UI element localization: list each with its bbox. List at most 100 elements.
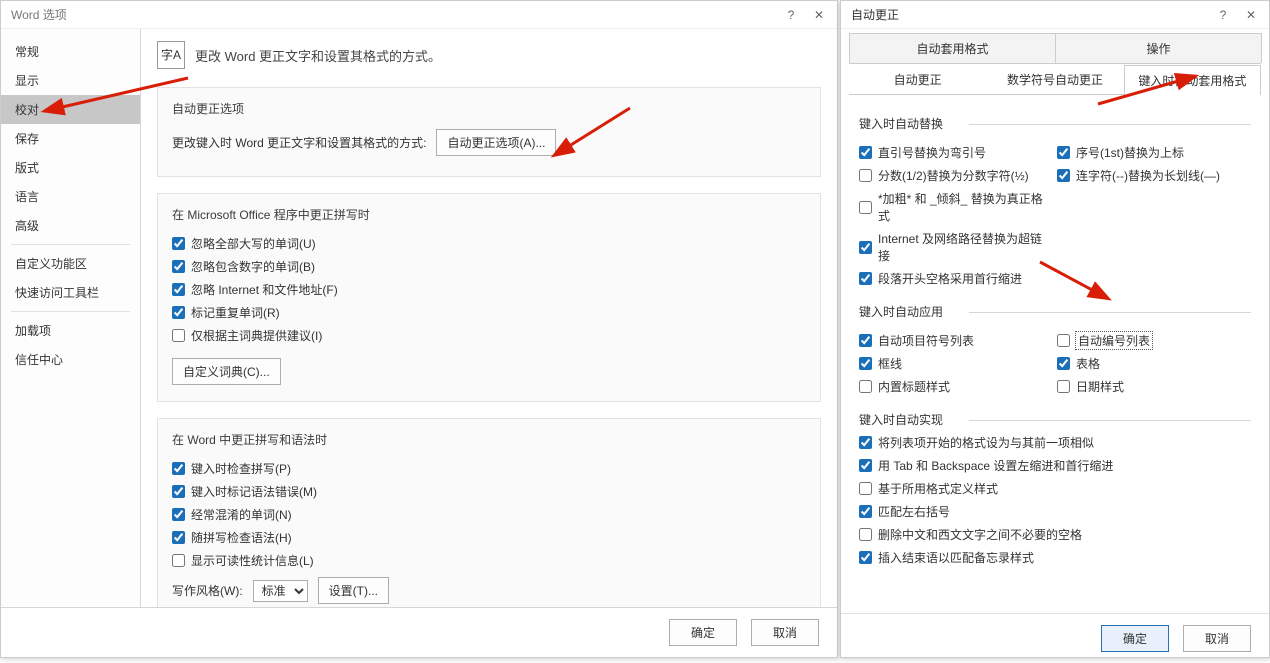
option-checkbox[interactable]: 键入时检查拼写(P) <box>172 460 806 477</box>
sidebar-item[interactable]: 快速访问工具栏 <box>1 278 140 307</box>
checkbox[interactable] <box>859 482 872 495</box>
checkbox[interactable] <box>172 554 185 567</box>
group-title: 在 Microsoft Office 程序中更正拼写时 <box>172 206 806 223</box>
tab[interactable]: 操作 <box>1055 33 1262 63</box>
tab[interactable]: 数学符号自动更正 <box>986 64 1123 94</box>
option-checkbox[interactable]: 标记重复单词(R) <box>172 304 806 321</box>
section-title: 键入时自动实现 <box>859 411 1251 428</box>
checkbox[interactable] <box>859 528 872 541</box>
checkbox[interactable] <box>859 436 872 449</box>
checkbox[interactable] <box>859 551 872 564</box>
checkbox[interactable] <box>859 241 872 254</box>
option-checkbox[interactable]: 连字符(--)替换为长划线(—) <box>1057 167 1251 184</box>
checkbox[interactable] <box>172 508 185 521</box>
ok-button[interactable]: 确定 <box>669 619 737 646</box>
option-checkbox[interactable]: 分数(1/2)替换为分数字符(½) <box>859 167 1053 184</box>
checkbox-label: 经常混淆的单词(N) <box>191 506 292 523</box>
settings-button[interactable]: 设置(T)... <box>318 577 389 604</box>
checkbox[interactable] <box>1057 334 1070 347</box>
option-checkbox[interactable]: 直引号替换为弯引号 <box>859 144 1053 161</box>
option-checkbox[interactable]: 忽略 Internet 和文件地址(F) <box>172 281 806 298</box>
option-checkbox[interactable]: 内置标题样式 <box>859 378 1053 395</box>
sidebar-item[interactable]: 版式 <box>1 153 140 182</box>
writing-style-row: 写作风格(W): 标准 设置(T)... <box>172 577 806 604</box>
option-checkbox[interactable]: 删除中文和西文文字之间不必要的空格 <box>859 526 1251 543</box>
checkbox[interactable] <box>859 357 872 370</box>
option-checkbox[interactable]: 忽略包含数字的单词(B) <box>172 258 806 275</box>
help-button[interactable]: ? <box>777 5 805 25</box>
option-checkbox[interactable]: 表格 <box>1057 355 1251 372</box>
checkbox[interactable] <box>859 334 872 347</box>
cancel-button[interactable]: 取消 <box>1183 625 1251 652</box>
tab[interactable]: 自动套用格式 <box>849 33 1056 63</box>
sidebar-item[interactable]: 信任中心 <box>1 345 140 374</box>
checkbox-label: 键入时检查拼写(P) <box>191 460 291 477</box>
close-button[interactable]: ✕ <box>805 5 833 25</box>
option-checkbox[interactable]: *加粗* 和 _倾斜_ 替换为真正格式 <box>859 190 1053 224</box>
checkbox[interactable] <box>859 169 872 182</box>
option-checkbox[interactable]: 插入结束语以匹配备忘录样式 <box>859 549 1251 566</box>
checkbox[interactable] <box>1057 169 1070 182</box>
option-checkbox[interactable]: 基于所用格式定义样式 <box>859 480 1251 497</box>
checkbox[interactable] <box>859 201 872 214</box>
sidebar-item[interactable]: 自定义功能区 <box>1 249 140 278</box>
sidebar-item[interactable]: 显示 <box>1 66 140 95</box>
autocorrect-options-button[interactable]: 自动更正选项(A)... <box>436 129 556 156</box>
checkbox[interactable] <box>172 329 185 342</box>
option-checkbox[interactable]: 经常混淆的单词(N) <box>172 506 806 523</box>
option-checkbox[interactable]: 匹配左右括号 <box>859 503 1251 520</box>
checkbox-label: 日期样式 <box>1076 378 1124 395</box>
option-checkbox[interactable]: 忽略全部大写的单词(U) <box>172 235 806 252</box>
header-title: 更改 Word 更正文字和设置其格式的方式。 <box>195 46 441 65</box>
group-autocorrect-options: 自动更正选项 更改键入时 Word 更正文字和设置其格式的方式: 自动更正选项(… <box>157 87 821 177</box>
checkbox-label: 忽略 Internet 和文件地址(F) <box>191 281 338 298</box>
option-checkbox[interactable]: 仅根据主词典提供建议(I) <box>172 327 806 344</box>
tab[interactable]: 键入时自动套用格式 <box>1124 65 1261 95</box>
checkbox[interactable] <box>1057 380 1070 393</box>
option-checkbox[interactable]: 框线 <box>859 355 1053 372</box>
ok-button[interactable]: 确定 <box>1101 625 1169 652</box>
checkbox[interactable] <box>859 380 872 393</box>
checkbox[interactable] <box>859 146 872 159</box>
checkbox[interactable] <box>172 237 185 250</box>
option-checkbox[interactable]: 键入时标记语法错误(M) <box>172 483 806 500</box>
checkbox[interactable] <box>172 260 185 273</box>
sidebar-item[interactable]: 语言 <box>1 182 140 211</box>
sidebar-item[interactable]: 加载项 <box>1 316 140 345</box>
checkbox[interactable] <box>172 283 185 296</box>
help-button[interactable]: ? <box>1209 5 1237 25</box>
option-checkbox[interactable]: 用 Tab 和 Backspace 设置左缩进和首行缩进 <box>859 457 1251 474</box>
option-checkbox[interactable]: Internet 及网络路径替换为超链接 <box>859 230 1053 264</box>
option-checkbox[interactable]: 段落开头空格采用首行缩进 <box>859 270 1053 287</box>
checkbox[interactable] <box>1057 146 1070 159</box>
checkbox[interactable] <box>172 485 185 498</box>
custom-dictionaries-button[interactable]: 自定义词典(C)... <box>172 358 281 385</box>
checkbox[interactable] <box>172 306 185 319</box>
checkbox[interactable] <box>859 505 872 518</box>
checkbox[interactable] <box>859 272 872 285</box>
sidebar-item[interactable]: 校对 <box>1 95 140 124</box>
row-label: 更改键入时 Word 更正文字和设置其格式的方式: <box>172 134 426 151</box>
checkbox[interactable] <box>172 462 185 475</box>
sidebar-item[interactable]: 高级 <box>1 211 140 240</box>
writing-style-select[interactable]: 标准 <box>253 580 308 602</box>
dialog-body: 常规显示校对保存版式语言高级自定义功能区快速访问工具栏加载项信任中心 字A 更改… <box>1 29 837 607</box>
checkbox[interactable] <box>1057 357 1070 370</box>
option-checkbox[interactable]: 显示可读性统计信息(L) <box>172 552 806 569</box>
checkbox-label: 连字符(--)替换为长划线(—) <box>1076 167 1220 184</box>
checkbox[interactable] <box>859 459 872 472</box>
tab[interactable]: 自动更正 <box>849 64 986 94</box>
option-checkbox[interactable]: 将列表项开始的格式设为与其前一项相似 <box>859 434 1251 451</box>
sidebar-item[interactable]: 常规 <box>1 37 140 66</box>
sidebar-item[interactable]: 保存 <box>1 124 140 153</box>
option-checkbox[interactable]: 随拼写检查语法(H) <box>172 529 806 546</box>
option-checkbox[interactable]: 自动编号列表 <box>1057 332 1251 349</box>
group-office-spelling: 在 Microsoft Office 程序中更正拼写时 忽略全部大写的单词(U)… <box>157 193 821 402</box>
close-button[interactable]: ✕ <box>1237 5 1265 25</box>
option-checkbox[interactable]: 序号(1st)替换为上标 <box>1057 144 1251 161</box>
checkbox[interactable] <box>172 531 185 544</box>
option-checkbox[interactable]: 日期样式 <box>1057 378 1251 395</box>
option-checkbox[interactable]: 自动项目符号列表 <box>859 332 1053 349</box>
cancel-button[interactable]: 取消 <box>751 619 819 646</box>
word-options-dialog: Word 选项 ? ✕ 常规显示校对保存版式语言高级自定义功能区快速访问工具栏加… <box>0 0 838 658</box>
